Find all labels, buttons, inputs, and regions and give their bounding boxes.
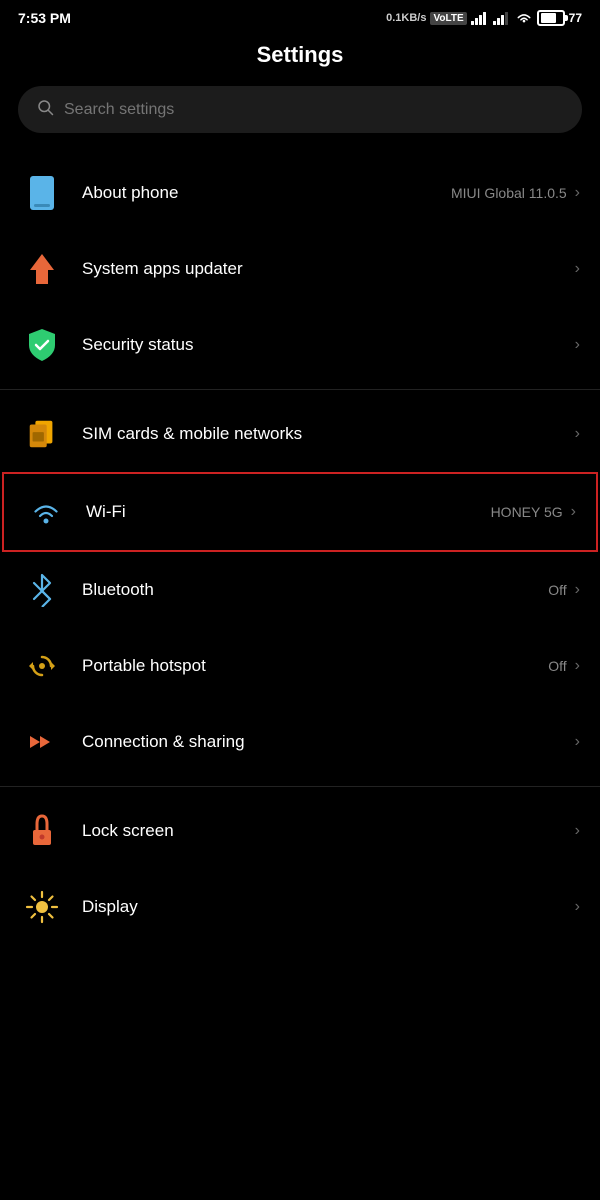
connection-icon	[20, 720, 64, 764]
sim-cards-content: SIM cards & mobile networks	[82, 424, 571, 444]
connection-chevron: ›	[575, 733, 580, 751]
system-apps-chevron: ›	[575, 260, 580, 278]
wifi-status-icon	[515, 11, 533, 25]
connection-content: Connection & sharing	[82, 732, 571, 752]
signal-bars-2-icon	[493, 11, 511, 25]
battery-percent: 77	[569, 11, 582, 25]
search-icon	[36, 98, 54, 121]
settings-item-about-phone[interactable]: About phone MIUI Global 11.0.5 ›	[0, 155, 600, 231]
bluetooth-title: Bluetooth	[82, 580, 548, 600]
display-icon	[20, 885, 64, 929]
wifi-chevron: ›	[571, 503, 576, 521]
about-phone-subtitle: MIUI Global 11.0.5	[451, 185, 567, 201]
lock-screen-content: Lock screen	[82, 821, 571, 841]
display-content: Display	[82, 897, 571, 917]
display-chevron: ›	[575, 898, 580, 916]
hotspot-chevron: ›	[575, 657, 580, 675]
security-status-right: ›	[571, 336, 580, 354]
settings-item-bluetooth[interactable]: Bluetooth Off ›	[0, 552, 600, 628]
lock-screen-right: ›	[571, 822, 580, 840]
lock-icon	[20, 809, 64, 853]
bluetooth-subtitle: Off	[548, 582, 566, 598]
volte-icon: VoLTE	[430, 12, 466, 25]
display-right: ›	[571, 898, 580, 916]
connection-right: ›	[571, 733, 580, 751]
about-phone-chevron: ›	[575, 184, 580, 202]
search-bar[interactable]	[18, 86, 582, 133]
wifi-icon	[24, 490, 68, 534]
about-phone-title: About phone	[82, 183, 451, 203]
hotspot-title: Portable hotspot	[82, 656, 548, 676]
settings-item-sim-cards[interactable]: SIM cards & mobile networks ›	[0, 396, 600, 472]
bluetooth-icon	[20, 568, 64, 612]
signal-bars-icon	[471, 11, 489, 25]
wifi-right: HONEY 5G ›	[491, 503, 576, 521]
status-bar: 7:53 PM 0.1KB/s VoLTE 77	[0, 0, 600, 32]
settings-item-security-status[interactable]: Security status ›	[0, 307, 600, 383]
display-title: Display	[82, 897, 571, 917]
settings-list: About phone MIUI Global 11.0.5 › System …	[0, 155, 600, 945]
network-speed: 0.1KB/s	[386, 12, 426, 24]
wifi-title: Wi-Fi	[86, 502, 491, 522]
sim-cards-title: SIM cards & mobile networks	[82, 424, 571, 444]
shield-icon	[20, 323, 64, 367]
bluetooth-chevron: ›	[575, 581, 580, 599]
settings-item-system-apps-updater[interactable]: System apps updater ›	[0, 231, 600, 307]
bluetooth-content: Bluetooth	[82, 580, 548, 600]
sim-icon	[20, 412, 64, 456]
bluetooth-right: Off ›	[548, 581, 580, 599]
battery-icon	[537, 10, 565, 26]
arrow-up-icon	[20, 247, 64, 291]
lock-screen-title: Lock screen	[82, 821, 571, 841]
settings-item-display[interactable]: Display ›	[0, 869, 600, 945]
wifi-content: Wi-Fi	[86, 502, 491, 522]
page-title: Settings	[0, 32, 600, 86]
divider-2	[0, 786, 600, 787]
settings-item-wifi[interactable]: Wi-Fi HONEY 5G ›	[2, 472, 598, 552]
search-input[interactable]	[64, 101, 564, 119]
hotspot-right: Off ›	[548, 657, 580, 675]
hotspot-subtitle: Off	[548, 658, 566, 674]
about-phone-content: About phone	[82, 183, 451, 203]
wifi-subtitle: HONEY 5G	[491, 504, 563, 520]
status-right-icons: 0.1KB/s VoLTE 77	[386, 10, 582, 26]
system-apps-right: ›	[571, 260, 580, 278]
sim-cards-chevron: ›	[575, 425, 580, 443]
settings-item-portable-hotspot[interactable]: Portable hotspot Off ›	[0, 628, 600, 704]
settings-item-connection-sharing[interactable]: Connection & sharing ›	[0, 704, 600, 780]
phone-icon	[20, 171, 64, 215]
security-status-chevron: ›	[575, 336, 580, 354]
system-apps-title: System apps updater	[82, 259, 571, 279]
settings-item-lock-screen[interactable]: Lock screen ›	[0, 793, 600, 869]
security-status-title: Security status	[82, 335, 571, 355]
status-time: 7:53 PM	[18, 10, 71, 26]
security-status-content: Security status	[82, 335, 571, 355]
connection-title: Connection & sharing	[82, 732, 571, 752]
divider-1	[0, 389, 600, 390]
about-phone-right: MIUI Global 11.0.5 ›	[451, 184, 580, 202]
system-apps-content: System apps updater	[82, 259, 571, 279]
sim-cards-right: ›	[571, 425, 580, 443]
hotspot-icon	[20, 644, 64, 688]
lock-screen-chevron: ›	[575, 822, 580, 840]
hotspot-content: Portable hotspot	[82, 656, 548, 676]
